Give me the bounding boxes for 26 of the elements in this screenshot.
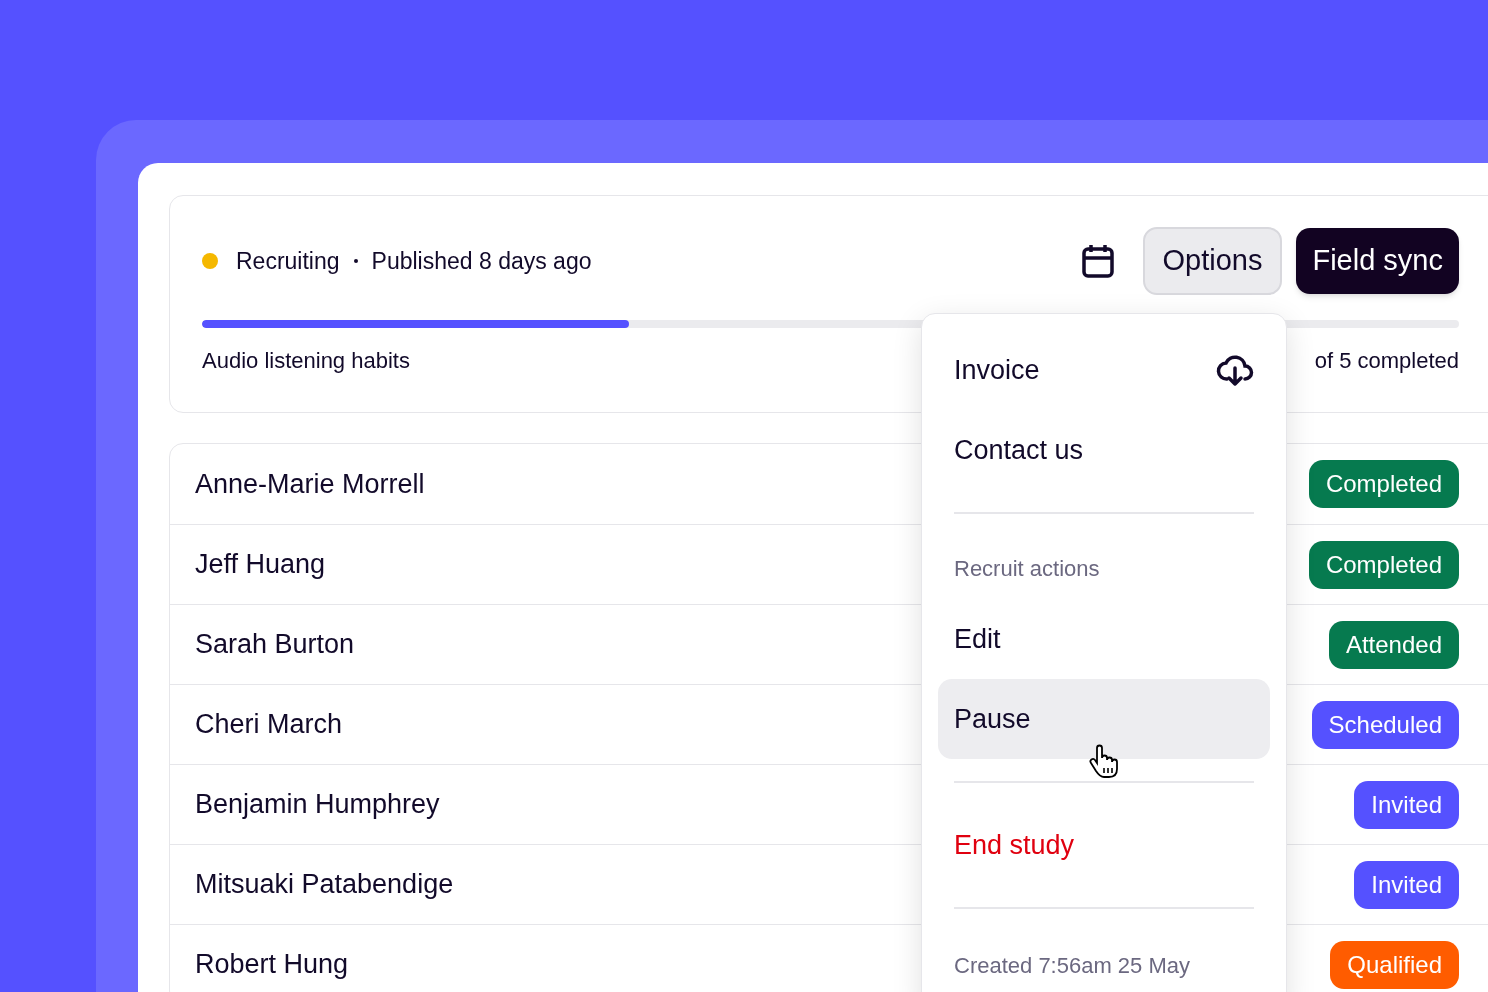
hand-cursor-icon (1088, 744, 1120, 780)
participant-name: Anne-Marie Morrell (195, 467, 425, 501)
status-badge: Scheduled (1311, 700, 1459, 749)
published-text: Published 8 days ago (371, 246, 592, 276)
status-badge: Invited (1354, 860, 1459, 909)
menu-item[interactable]: Pause (938, 679, 1270, 759)
progress-text: of 5 completed (1314, 347, 1459, 375)
participant-name: Sarah Burton (195, 628, 355, 662)
options-button[interactable]: Options (1142, 227, 1283, 295)
status-badge: Attended (1328, 620, 1459, 669)
participant-name: Mitsuaki Patabendige (195, 868, 454, 902)
status-badge: Invited (1354, 780, 1459, 829)
participant-name: Jeff Huang (195, 548, 326, 582)
participant-name: Benjamin Humphrey (195, 788, 440, 822)
calendar-icon[interactable] (1080, 243, 1115, 279)
participant-name: Robert Hung (195, 948, 349, 982)
status-badge: Completed (1308, 540, 1459, 589)
field-sync-button[interactable]: Field sync (1296, 228, 1459, 294)
status-badge: Qualified (1330, 940, 1459, 989)
menu-section-label: Recruit actions (953, 555, 1101, 583)
study-name: Audio listening habits (202, 347, 410, 375)
cloud-download-icon (1216, 353, 1254, 387)
study-status: Recruiting (236, 246, 340, 276)
participant-name: Cheri March (195, 708, 343, 742)
created-text: Created 7:56am 25 May (953, 952, 1192, 980)
status-badge: Completed (1308, 460, 1459, 508)
